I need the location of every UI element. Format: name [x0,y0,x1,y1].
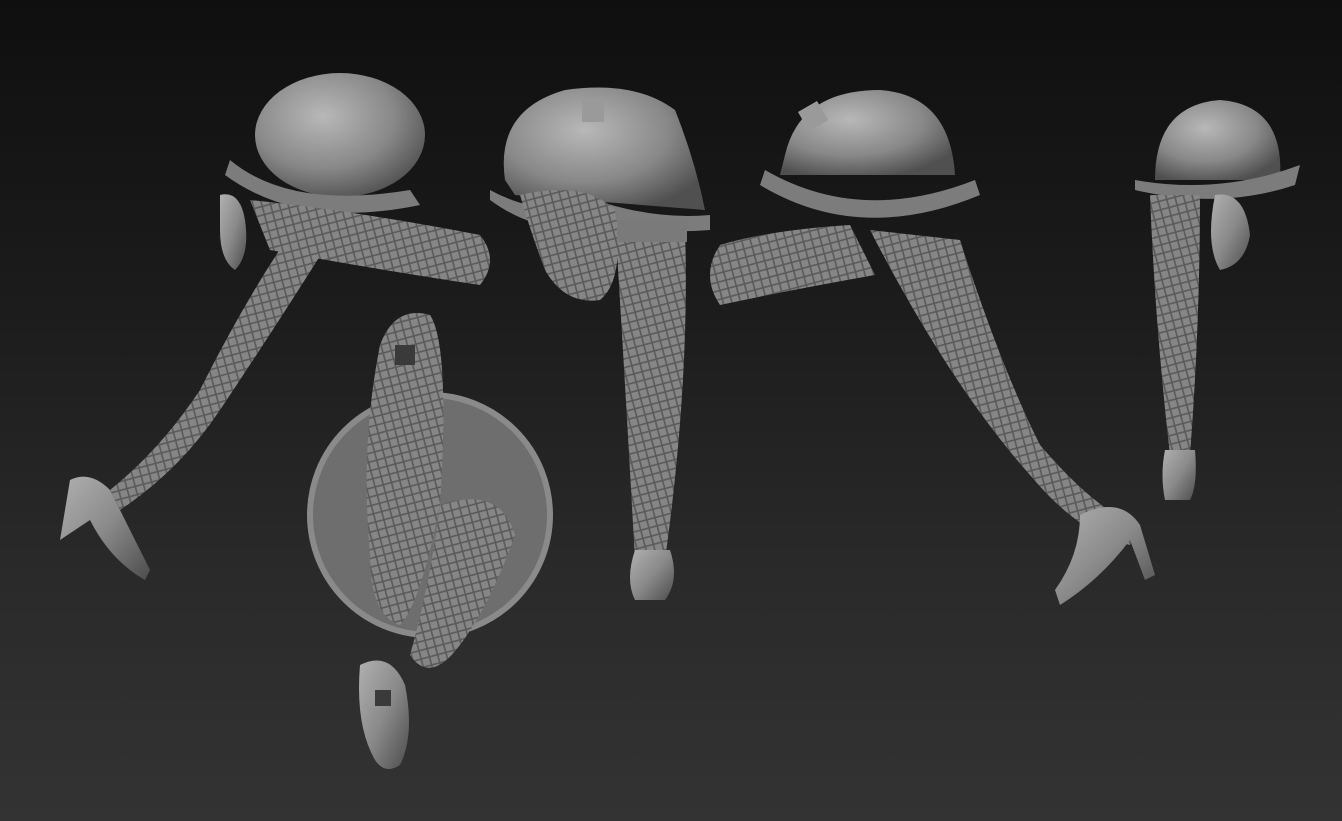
straight-leg [615,220,686,560]
bottom-view [307,313,553,769]
bent-leg [520,190,618,301]
zbrush-viewport [0,0,1342,821]
heel-shoe-front [630,550,674,600]
long-leg [870,230,1140,545]
raised-shoe [1211,194,1250,270]
peg-socket-sole [375,690,391,706]
side-view-right [710,90,1155,605]
skirt-ruffle [760,170,980,218]
sole-shoe [359,660,409,769]
skirt-shape [1155,100,1281,180]
heel-shoe-back [1162,450,1196,500]
skirt-shape [780,90,955,175]
back-view-narrow [1135,100,1300,500]
stocking-band [617,220,687,242]
back-leg [110,220,330,510]
skirt-shape [255,73,425,197]
skirt-shape [503,87,705,210]
back-leg [1150,195,1200,455]
heel-shoe-right [1055,507,1155,605]
bent-thigh [710,225,875,305]
peg-block [582,100,604,122]
peg-socket [395,345,415,365]
heel-shoe-raised [220,194,247,270]
